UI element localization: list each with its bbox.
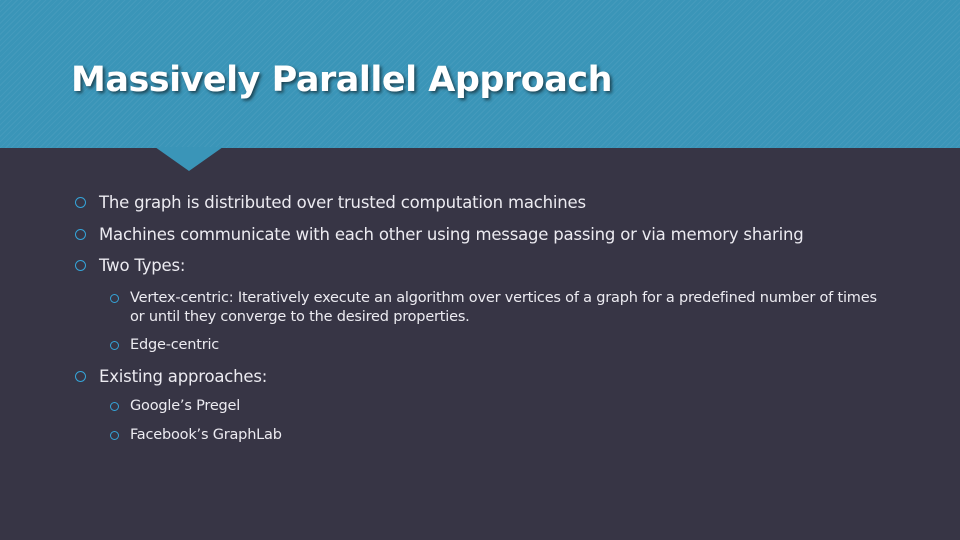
bullet-text: Existing approaches:	[99, 367, 268, 386]
bullet-text: Edge-centric	[130, 337, 220, 353]
hollow-circle-icon	[75, 229, 86, 240]
bullet-text: Machines communicate with each other usi…	[99, 225, 804, 244]
slide: Massively Parallel Approach The graph is…	[0, 0, 960, 540]
sub-bullet-item: Google’s Pregel	[110, 397, 241, 416]
hollow-circle-icon	[110, 341, 119, 350]
hollow-circle-icon	[110, 294, 119, 303]
bullet-item: The graph is distributed over trusted co…	[75, 193, 586, 212]
sub-bullet-item: Edge-centric	[110, 336, 220, 355]
bullet-item: Existing approaches:	[75, 367, 268, 386]
sub-bullet-item: Facebook’s GraphLab	[110, 426, 282, 445]
hollow-circle-icon	[75, 260, 86, 271]
bullet-item: Machines communicate with each other usi…	[75, 225, 804, 244]
bullet-list: The graph is distributed over trusted co…	[0, 0, 960, 540]
bullet-text: The graph is distributed over trusted co…	[99, 193, 586, 212]
bullet-text: Vertex-centric: Iteratively execute an a…	[130, 290, 877, 325]
bullet-text: Two Types:	[99, 256, 186, 275]
bullet-item: Two Types:	[75, 256, 186, 275]
bullet-text: Google’s Pregel	[130, 398, 241, 414]
hollow-circle-icon	[110, 431, 119, 440]
hollow-circle-icon	[110, 402, 119, 411]
sub-bullet-item: Vertex-centric: Iteratively execute an a…	[110, 289, 890, 327]
bullet-text: Facebook’s GraphLab	[130, 427, 282, 443]
hollow-circle-icon	[75, 371, 86, 382]
hollow-circle-icon	[75, 197, 86, 208]
